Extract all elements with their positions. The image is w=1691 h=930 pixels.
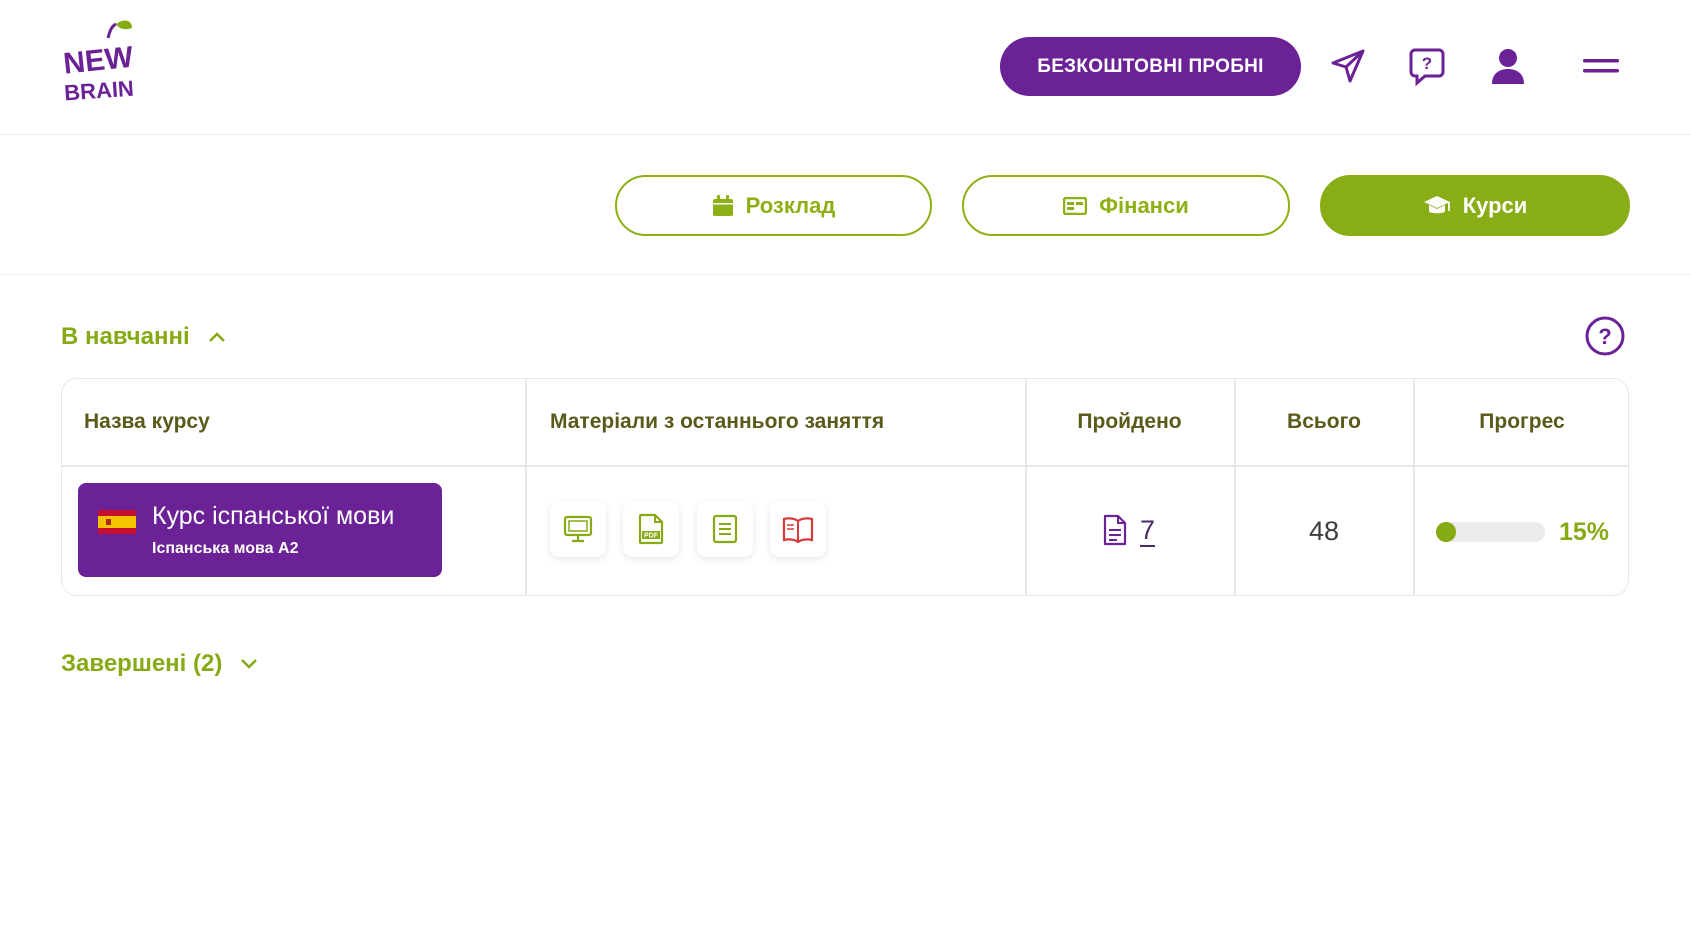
book-icon[interactable] (770, 501, 826, 557)
chevron-up-icon (208, 332, 225, 342)
total-lessons: 48 (1308, 516, 1340, 546)
pdf-icon[interactable]: PDF (623, 501, 679, 557)
header-total: Всього (1287, 410, 1361, 433)
svg-text:NEW: NEW (62, 41, 136, 81)
spain-flag-icon (98, 510, 136, 534)
menu-icon[interactable] (1577, 42, 1625, 90)
svg-text:PDF: PDF (644, 533, 659, 540)
progress-fill (1436, 522, 1456, 542)
in-progress-heading: В навчанні (61, 323, 190, 350)
schedule-button[interactable]: Розклад (615, 175, 932, 236)
svg-text:BRAIN: BRAIN (63, 76, 134, 106)
header-materials: Матеріали з останнього заняття (550, 410, 885, 433)
progress-bar (1436, 522, 1545, 542)
finance-button[interactable]: Фінанси (962, 175, 1290, 236)
in-progress-toggle[interactable]: В навчанні (61, 323, 226, 351)
document-icon (1103, 514, 1127, 546)
course-subtitle: Іспанська мова А2 (152, 540, 299, 557)
header-progress: Прогрес (1479, 410, 1565, 433)
chevron-down-icon (241, 659, 258, 669)
help-chat-icon[interactable]: ? (1403, 42, 1451, 90)
text-document-icon[interactable] (697, 501, 753, 557)
graduation-cap-icon (1423, 195, 1450, 213)
header-done: Пройдено (1077, 410, 1182, 433)
send-icon[interactable] (1324, 42, 1372, 90)
calendar-icon (712, 194, 733, 216)
schedule-label: Розклад (745, 192, 836, 218)
courses-table: Назва курсу Матеріали з останнього занят… (61, 378, 1629, 596)
done-cell: 7 (1102, 514, 1155, 546)
help-circle-icon[interactable]: ? (1585, 316, 1625, 356)
svg-text:?: ? (1422, 54, 1432, 73)
free-trial-button[interactable]: БЕЗКОШТОВНІ ПРОБНІ (1000, 37, 1301, 96)
course-title: Курс іспанської мови (152, 502, 395, 530)
presentation-icon[interactable] (550, 501, 606, 557)
completed-heading: Завершені (2) (61, 650, 223, 677)
finance-label: Фінанси (1099, 192, 1189, 218)
done-count-link[interactable]: 7 (1140, 515, 1155, 546)
user-icon[interactable] (1484, 42, 1532, 90)
header-course-name: Назва курсу (84, 410, 210, 433)
svg-text:?: ? (1598, 324, 1611, 349)
courses-button[interactable]: Курси (1320, 175, 1630, 236)
top-header: NEW BRAIN БЕЗКОШТОВНІ ПРОБНІ ? (0, 0, 1691, 135)
courses-label: Курси (1462, 192, 1528, 218)
section-nav: Розклад Фінанси Курси (0, 135, 1691, 275)
wallet-icon (1063, 196, 1088, 215)
course-card[interactable]: Курс іспанської мови Іспанська мова А2 (78, 483, 442, 577)
progress-percent: 15% (1559, 518, 1610, 546)
newbrain-logo[interactable]: NEW BRAIN (60, 18, 142, 106)
completed-toggle[interactable]: Завершені (2) (61, 650, 258, 678)
